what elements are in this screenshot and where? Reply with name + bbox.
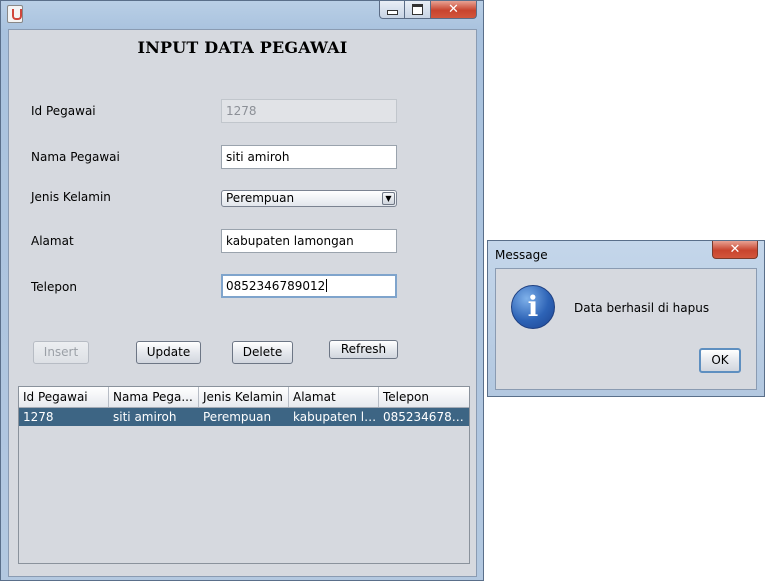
table-cell: 1278 [23, 410, 54, 424]
close-button[interactable]: ✕ [431, 1, 477, 19]
message-dialog: Message ✕ i Data berhasil di hapus OK [487, 240, 765, 397]
dialog-title: Message [495, 248, 548, 262]
dialog-body: i Data berhasil di hapus OK [495, 268, 757, 390]
alamat-label: Alamat [31, 234, 74, 248]
close-icon: ✕ [448, 2, 459, 17]
delete-button[interactable]: Delete [232, 341, 293, 364]
form-panel: INPUT DATA PEGAWAI Id Pegawai 1278 Nama … [8, 29, 477, 577]
dropdown-arrow-icon[interactable]: ▼ [382, 192, 395, 205]
page-title: INPUT DATA PEGAWAI [137, 38, 348, 57]
minimize-button[interactable] [379, 1, 405, 19]
close-icon: ✕ [729, 242, 741, 257]
information-icon: i [511, 285, 555, 329]
text-caret [326, 279, 328, 292]
column-header-nama[interactable]: Nama Pega... [109, 387, 199, 407]
table-cell: siti amiroh [113, 410, 177, 424]
window-controls: ✕ [379, 1, 477, 19]
refresh-button[interactable]: Refresh [329, 340, 398, 359]
id-pegawai-input[interactable]: 1278 [221, 99, 397, 123]
nama-pegawai-input[interactable]: siti amiroh [221, 145, 397, 169]
table-cell: 0852346789... [383, 410, 469, 424]
column-header-alamat[interactable]: Alamat [289, 387, 379, 407]
nama-pegawai-label: Nama Pegawai [31, 150, 120, 164]
telepon-label: Telepon [31, 280, 77, 294]
column-header-telepon[interactable]: Telepon [379, 387, 469, 407]
alamat-input[interactable]: kabupaten lamongan [221, 229, 397, 253]
telepon-input[interactable]: 0852346789012 [221, 274, 397, 298]
main-window: ✕ INPUT DATA PEGAWAI Id Pegawai 1278 Nam… [0, 0, 484, 581]
ok-button[interactable]: OK [699, 348, 741, 373]
jenis-kelamin-label: Jenis Kelamin [31, 190, 111, 204]
maximize-icon [412, 4, 423, 15]
insert-button[interactable]: Insert [33, 341, 89, 364]
minimize-icon [386, 10, 398, 15]
table-header: Id Pegawai Nama Pega... Jenis Kelamin Al… [19, 387, 469, 408]
title-bar[interactable]: ✕ [1, 1, 483, 27]
column-header-jenis-kelamin[interactable]: Jenis Kelamin [199, 387, 289, 407]
table-row[interactable]: 1278 siti amiroh Perempuan kabupaten la.… [19, 408, 469, 426]
table-cell: Perempuan [203, 410, 272, 424]
column-header-id[interactable]: Id Pegawai [19, 387, 109, 407]
dialog-close-button[interactable]: ✕ [712, 241, 758, 259]
pegawai-table[interactable]: Id Pegawai Nama Pega... Jenis Kelamin Al… [18, 386, 470, 564]
jenis-kelamin-select[interactable]: Perempuan ▼ [221, 190, 397, 207]
table-cell: kabupaten la... [293, 410, 379, 424]
telepon-value: 0852346789012 [226, 279, 326, 293]
dialog-message: Data berhasil di hapus [574, 301, 710, 315]
id-pegawai-label: Id Pegawai [31, 104, 96, 118]
java-app-icon [7, 5, 23, 23]
maximize-button[interactable] [405, 1, 431, 19]
update-button[interactable]: Update [136, 341, 201, 364]
jenis-kelamin-value: Perempuan [226, 191, 295, 205]
